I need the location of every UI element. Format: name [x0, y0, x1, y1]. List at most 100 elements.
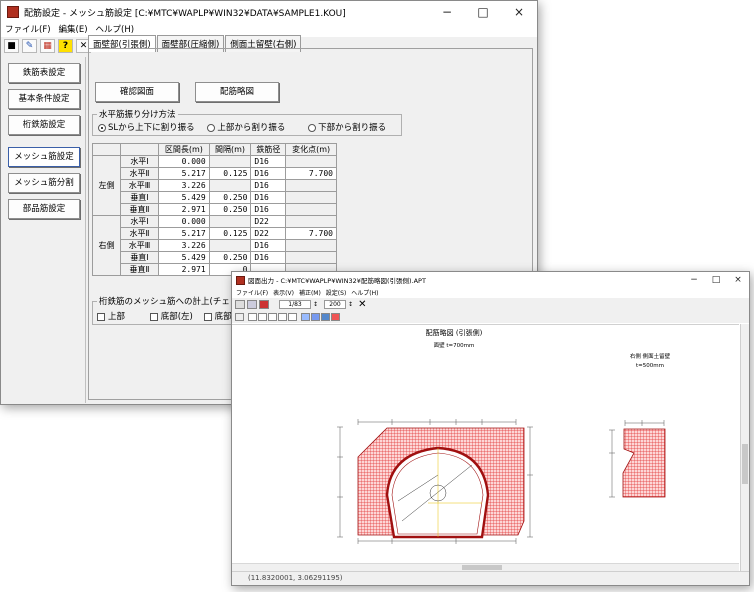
horizontal-scrollbar[interactable]: [232, 563, 739, 571]
pitch-cell[interactable]: [208, 155, 252, 168]
zoom-window-icon[interactable]: [278, 313, 287, 321]
pitch-cell[interactable]: 0.125: [208, 167, 252, 180]
length-cell[interactable]: 3.226: [158, 179, 210, 192]
change-cell[interactable]: 7.700: [285, 167, 337, 180]
change-cell[interactable]: [285, 239, 337, 252]
radio-from-sl[interactable]: SLから上下に割り振る: [98, 123, 195, 133]
sidebar-item-girder-rebar[interactable]: 桁鉄筋設定: [8, 115, 80, 135]
zoom-field[interactable]: 200: [324, 300, 347, 309]
length-cell[interactable]: 3.226: [158, 239, 210, 252]
menu-view[interactable]: 表示(V): [273, 288, 294, 298]
change-cell[interactable]: 7.700: [285, 227, 337, 240]
diameter-cell[interactable]: D16: [250, 167, 287, 180]
radio-from-bottom[interactable]: 下部から割り振る: [308, 123, 386, 133]
length-cell[interactable]: 5.429: [158, 251, 210, 264]
checkbox-bottom-right[interactable]: 底部: [203, 312, 232, 322]
radio-from-top[interactable]: 上部から割り振る: [207, 123, 285, 133]
diameter-cell[interactable]: D22: [250, 215, 287, 228]
change-cell[interactable]: [285, 191, 337, 204]
scroll-thumb[interactable]: [462, 565, 502, 570]
layer2-icon[interactable]: [311, 313, 320, 321]
minimize-icon[interactable]: −: [429, 5, 465, 19]
length-cell[interactable]: 5.217: [158, 227, 210, 240]
diameter-cell[interactable]: D16: [250, 179, 287, 192]
change-cell[interactable]: [285, 179, 337, 192]
sidebar-item-part-rebar[interactable]: 部品筋設定: [8, 199, 80, 219]
tool2-icon[interactable]: ▦: [40, 39, 55, 53]
change-cell[interactable]: [285, 215, 337, 228]
pitch-cell[interactable]: [208, 215, 252, 228]
pitch-cell[interactable]: 0.125: [208, 227, 252, 240]
mesh-rebar-table: 区間長(m) 間隔(m) 鉄筋径 変化点(m) 左側 水平Ⅰ 0.000 D16…: [92, 143, 337, 276]
print-icon[interactable]: [235, 300, 245, 309]
diameter-cell[interactable]: D16: [250, 251, 287, 264]
menu-file[interactable]: ファイル(F): [5, 23, 51, 37]
table-row: 水平Ⅲ 3.226 D16: [93, 179, 337, 192]
length-cell[interactable]: 5.429: [158, 191, 210, 204]
close-icon[interactable]: ×: [727, 275, 749, 285]
column-header: 変化点(m): [285, 143, 337, 156]
drawing-canvas[interactable]: 配筋略図 (引張側) 面壁 t=700mm 右側 側面土留壁 t=500mm: [232, 324, 739, 573]
layer1-icon[interactable]: [301, 313, 310, 321]
minimize-icon[interactable]: −: [683, 275, 705, 285]
change-cell[interactable]: [285, 251, 337, 264]
diameter-cell[interactable]: D16: [250, 155, 287, 168]
change-cell[interactable]: [285, 203, 337, 216]
zoom-prev-icon[interactable]: [288, 313, 297, 321]
maximize-icon[interactable]: □: [705, 275, 727, 285]
length-cell[interactable]: 2.971: [158, 263, 210, 276]
pitch-cell[interactable]: 0.250: [208, 251, 252, 264]
menu-help[interactable]: ヘルプ(H): [351, 288, 378, 298]
pitch-cell[interactable]: [208, 239, 252, 252]
diameter-cell[interactable]: D16: [250, 239, 287, 252]
checkbox-bottom-left[interactable]: 底部(左): [149, 312, 193, 322]
tool-icon[interactable]: ✎: [22, 39, 37, 53]
sidebar-item-rebar-table[interactable]: 鉄筋表設定: [8, 63, 80, 83]
save-icon[interactable]: ■: [4, 39, 19, 53]
sidebar-item-mesh-split[interactable]: メッシュ筋分割: [8, 173, 80, 193]
layer4-icon[interactable]: [331, 313, 340, 321]
layout-drawing-button[interactable]: 配筋略図: [195, 82, 279, 102]
zoom-fit-icon[interactable]: [248, 313, 257, 321]
row-label: 垂直Ⅱ: [120, 203, 159, 216]
row-label: 水平Ⅰ: [120, 155, 159, 168]
diameter-cell[interactable]: D16: [250, 191, 287, 204]
pitch-cell[interactable]: 0.250: [208, 203, 252, 216]
page-icon[interactable]: [235, 313, 244, 321]
menu-adjust[interactable]: 補正(M): [299, 288, 321, 298]
front-wall-label: 面壁 t=700mm: [434, 341, 475, 349]
zoom-spin-icon[interactable]: ↕: [348, 301, 353, 308]
menu-edit[interactable]: 編集(E): [59, 23, 88, 37]
change-cell[interactable]: [285, 155, 337, 168]
zoom-in-icon[interactable]: [258, 313, 267, 321]
close-icon[interactable]: ×: [501, 5, 537, 19]
sidebar-item-mesh-settings[interactable]: メッシュ筋設定: [8, 147, 80, 167]
length-cell[interactable]: 0.000: [158, 215, 210, 228]
maximize-icon[interactable]: □: [465, 5, 501, 19]
checkbox-top[interactable]: 上部: [97, 312, 125, 322]
zoom-out-icon[interactable]: [268, 313, 277, 321]
scroll-thumb[interactable]: [742, 444, 748, 484]
menu-settings[interactable]: 設定(S): [326, 288, 347, 298]
menu-file[interactable]: ファイル(F): [236, 288, 268, 298]
layer3-icon[interactable]: [321, 313, 330, 321]
page-spin-icon[interactable]: ↕: [313, 301, 318, 308]
page-field[interactable]: 1/83: [279, 300, 311, 309]
help-icon[interactable]: ?: [58, 39, 73, 53]
app-icon: [7, 6, 19, 18]
export-icon[interactable]: [259, 300, 269, 309]
length-cell[interactable]: 2.971: [158, 203, 210, 216]
radio-dot: [207, 123, 216, 132]
pitch-cell[interactable]: 0.250: [208, 191, 252, 204]
diameter-cell[interactable]: D22: [250, 227, 287, 240]
pitch-cell[interactable]: [208, 179, 252, 192]
confirm-drawing-button[interactable]: 確認図面: [95, 82, 179, 102]
sidebar-item-basic-conditions[interactable]: 基本条件設定: [8, 89, 80, 109]
close-icon[interactable]: ✕: [358, 299, 366, 310]
drawing-output-window: 図面出力 - C:¥MTC¥WAPLP¥WIN32¥配筋略図(引張側).APT …: [231, 271, 750, 586]
length-cell[interactable]: 0.000: [158, 155, 210, 168]
length-cell[interactable]: 5.217: [158, 167, 210, 180]
printer-setup-icon[interactable]: [247, 300, 257, 309]
vertical-scrollbar[interactable]: [740, 324, 749, 573]
diameter-cell[interactable]: D16: [250, 203, 287, 216]
